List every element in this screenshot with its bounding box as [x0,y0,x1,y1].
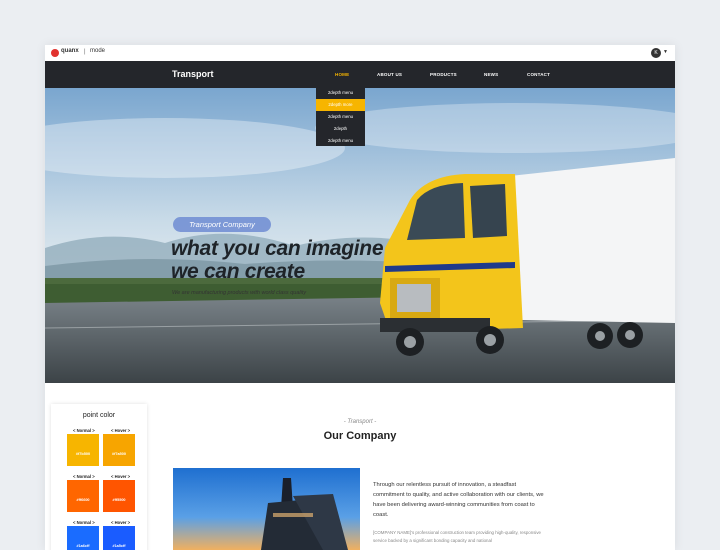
logo-icon [51,49,59,57]
utility-bar: quanx | mode K ▼ [45,45,675,61]
color-swatch-orange-hover[interactable]: #ff5500 [103,480,135,512]
dropdown-item-selected[interactable]: 2depth more [316,99,365,111]
nav-home[interactable]: HOME [335,72,349,77]
dropdown-item[interactable]: 2depth [316,123,365,135]
nav-contact[interactable]: CONTACT [527,72,550,77]
point-color-panel: point color < Normal > < Hover > #f7b500… [51,404,147,550]
brand-title[interactable]: Transport [172,69,214,79]
logo-text[interactable]: quanx [61,48,79,54]
nav-news[interactable]: NEWS [484,72,498,77]
hover-label: < Hover > [111,520,131,525]
color-swatch-blue-normal[interactable]: #1a6cff [67,526,99,550]
normal-label: < Normal > [73,474,95,479]
dropdown-item[interactable]: 2depth menu [316,111,365,123]
color-swatch-blue-hover[interactable]: #1a5cff [103,526,135,550]
company-paragraph: Through our relentless pursuit of innova… [373,482,544,518]
hover-label: < Hover > [111,474,131,479]
logo-separator: | [84,49,86,55]
logo-text-secondary[interactable]: mode [90,48,105,54]
section-subtitle: - Transport - [343,419,377,425]
dropdown-item[interactable]: 2depth menu [316,135,365,147]
language-button[interactable]: K [651,48,661,58]
nav-about-us[interactable]: ABOUT US [377,72,402,77]
hero-badge: Transport Company [173,217,271,232]
color-swatch-orange-normal[interactable]: #ff6600 [67,480,99,512]
nav-dropdown-menu: 2depth menu 2depth more 2depth menu 2dep… [316,87,365,146]
nav-products[interactable]: PRODUCTS [430,72,457,77]
section-title: Our Company [323,430,397,442]
hero-headline-line-1: what you can imagine [171,237,384,260]
browser-frame: quanx | mode K ▼ Transport HOME ABOUT US… [45,45,675,550]
chevron-down-icon[interactable]: ▼ [663,49,668,55]
hero-headline: what you can imagine we can create [171,237,384,283]
hero-subline: We are manufacturing products with world… [172,290,307,296]
company-paragraph-secondary: [COMPANY NAME]'s professional constructi… [373,530,541,543]
ship-image [173,468,360,550]
normal-label: < Normal > [73,520,95,525]
hero-headline-line-2: we can create [171,260,305,283]
dropdown-item[interactable]: 2depth menu [316,87,365,99]
panel-title: point color [82,412,116,419]
main-navbar: Transport HOME ABOUT US PRODUCTS NEWS CO… [45,61,675,88]
